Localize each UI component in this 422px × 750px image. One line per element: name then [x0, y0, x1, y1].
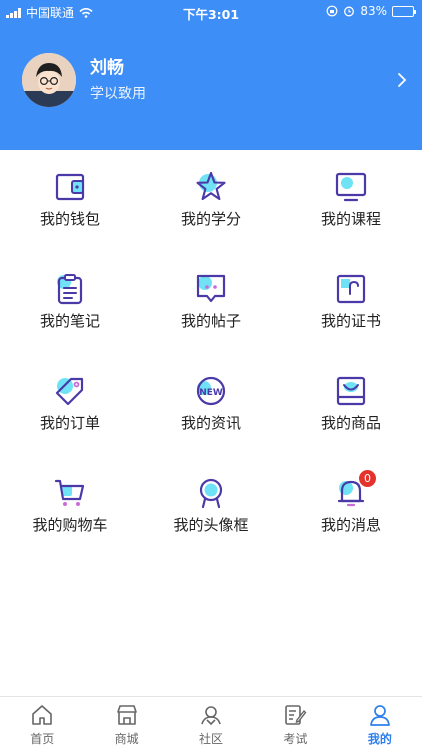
avatar-frame-icon [199, 478, 223, 509]
tag-icon [55, 377, 84, 406]
menu-label: 我的订单 [39, 414, 100, 432]
profile-header: 中国联通 下午3:01 83% 刘畅 学以致用 [0, 0, 422, 150]
wallet-icon [55, 173, 85, 201]
tab-home[interactable]: 首页 [0, 697, 84, 750]
chat-bubble-icon [196, 274, 226, 303]
svg-text:NEW: NEW [199, 388, 223, 398]
exam-icon [285, 705, 307, 725]
menu-item-credits[interactable]: 我的学分 [141, 150, 281, 240]
user-motto: 学以致用 [90, 86, 146, 102]
menu-label: 我的课程 [320, 210, 381, 228]
menu-label: 我的钱包 [39, 210, 100, 228]
bottom-tab-bar: 首页 商城 社区 考试 我的 [0, 696, 422, 750]
shop-icon [116, 705, 137, 725]
clipboard-icon [57, 274, 83, 305]
avatar[interactable] [22, 53, 76, 107]
menu-label: 我的证书 [320, 312, 381, 330]
menu-label: 我的商品 [320, 414, 381, 432]
tab-label: 考试 [283, 732, 308, 746]
status-bar: 中国联通 下午3:01 83% [0, 0, 422, 22]
menu-label: 我的头像框 [173, 516, 249, 534]
menu-item-orders[interactable]: 我的订单 [0, 354, 140, 444]
monitor-icon [335, 172, 367, 202]
cart-icon [54, 479, 85, 506]
user-name: 刘畅 [90, 58, 124, 78]
battery-icon [392, 5, 416, 17]
menu-label: 我的笔记 [39, 312, 100, 330]
unread-badge: 0 [359, 470, 376, 487]
profile-card[interactable]: 刘畅 学以致用 [22, 52, 407, 108]
user-icon [369, 705, 390, 726]
menu-item-avatar-frame[interactable]: 我的头像框 [141, 456, 281, 546]
chevron-right-icon[interactable] [396, 72, 408, 88]
menu-item-certificates[interactable]: 我的证书 [281, 252, 421, 342]
tab-exam[interactable]: 考试 [253, 697, 337, 750]
tab-label: 我的 [367, 732, 392, 746]
alarm-icon [344, 6, 355, 17]
certificate-icon [336, 274, 366, 304]
menu-item-posts[interactable]: 我的帖子 [141, 252, 281, 342]
menu-label: 我的购物车 [32, 516, 108, 534]
tab-label: 商城 [114, 732, 139, 746]
tab-label: 社区 [199, 732, 224, 746]
rotation-lock-icon [326, 5, 338, 17]
menu-item-cart[interactable]: 我的购物车 [0, 456, 140, 546]
tab-label: 首页 [30, 732, 55, 746]
tab-community[interactable]: 社区 [169, 697, 253, 750]
new-badge-icon: NEW [196, 376, 226, 406]
tab-mine[interactable]: 我的 [338, 697, 422, 750]
menu-item-products[interactable]: 我的商品 [281, 354, 421, 444]
home-icon [32, 705, 53, 725]
menu-item-notes[interactable]: 我的笔记 [0, 252, 140, 342]
star-icon [196, 171, 226, 201]
product-icon [336, 376, 366, 406]
menu-label: 我的学分 [180, 210, 241, 228]
menu-label: 我的消息 [320, 516, 381, 534]
menu-item-messages[interactable]: 0 我的消息 [281, 456, 421, 546]
battery-percent: 83% [360, 4, 387, 18]
tab-shop[interactable]: 商城 [84, 697, 168, 750]
menu-item-courses[interactable]: 我的课程 [281, 150, 421, 240]
community-icon [201, 706, 221, 726]
menu-label: 我的帖子 [180, 312, 241, 330]
menu-item-news[interactable]: NEW 我的资讯 [141, 354, 281, 444]
menu-label: 我的资讯 [180, 414, 241, 432]
menu-item-wallet[interactable]: 我的钱包 [0, 150, 140, 240]
